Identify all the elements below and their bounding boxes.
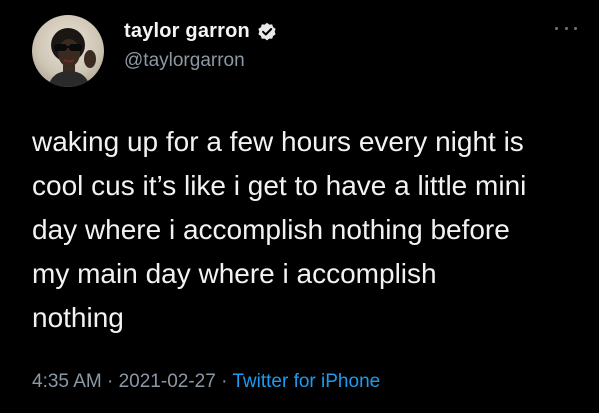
tweet-text: waking up for a few hours every night is… [32, 126, 527, 333]
more-dot-icon [574, 26, 577, 30]
more-dot-icon [564, 26, 568, 30]
tweet-source-link[interactable]: Twitter for iPhone [232, 371, 380, 392]
meta-separator: · [221, 371, 228, 392]
author-display-name[interactable]: taylor garron [124, 20, 250, 43]
meta-separator: · [107, 371, 114, 392]
author-name-row: taylor garron [124, 20, 277, 43]
avatar-photo-icon [48, 28, 96, 87]
author-handle[interactable]: @taylorgarron [124, 50, 245, 72]
avatar[interactable] [32, 15, 104, 87]
tweet-card: taylor garron @taylorgarron waking up fo… [0, 0, 599, 413]
more-dot-icon [555, 26, 558, 30]
tweet-time[interactable]: 4:35 AM [32, 371, 102, 392]
tweet-metadata: 4:35 AM · 2021-02-27 · Twitter for iPhon… [32, 371, 380, 393]
more-options-icon[interactable] [555, 24, 577, 32]
verified-badge-icon [257, 22, 277, 42]
tweet-date[interactable]: 2021-02-27 [119, 371, 216, 392]
